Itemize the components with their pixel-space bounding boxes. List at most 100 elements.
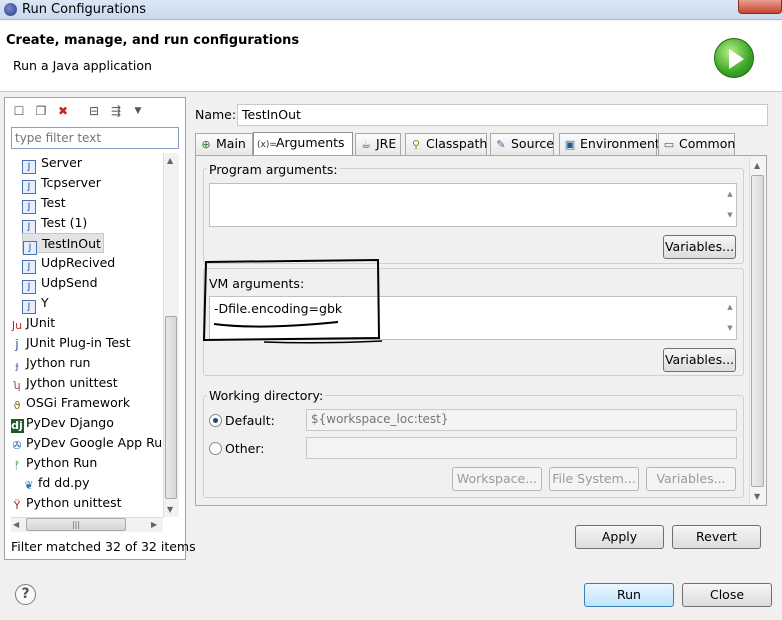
java-class-icon: J: [22, 300, 36, 314]
source-tab-icon: ✎: [496, 138, 506, 151]
tree-item[interactable]: ᚠ Python Run: [11, 453, 98, 473]
help-icon[interactable]: ?: [15, 584, 36, 605]
java-class-icon: J: [22, 260, 36, 274]
scroll-left-icon[interactable]: ◀: [13, 520, 19, 529]
collapse-all-icon[interactable]: ⊟: [86, 104, 102, 119]
tree-hscroll-thumb[interactable]: |||: [26, 518, 126, 531]
run-button[interactable]: Run: [584, 583, 674, 607]
scroll-down-icon[interactable]: ▼: [167, 505, 173, 514]
program-arguments-textarea[interactable]: [209, 183, 737, 227]
tree-item[interactable]: Ju JUnit: [11, 313, 55, 333]
tab-scroll-thumb[interactable]: [751, 175, 764, 487]
tab-bar: ⊕ Main (x)=Arguments ☕ JRE ⚲ Classpath ✎ Sou…: [195, 132, 767, 155]
tab-jre[interactable]: ☕ JRE: [355, 133, 401, 155]
window-close-button[interactable]: [738, 0, 782, 14]
working-variables-button[interactable]: Variables...: [646, 467, 736, 491]
java-class-icon: J: [22, 200, 36, 214]
window-title: Run Configurations: [22, 2, 146, 17]
apply-button[interactable]: Apply: [575, 525, 664, 549]
close-button[interactable]: Close: [682, 583, 772, 607]
java-class-icon: J: [22, 160, 36, 174]
classpath-tab-icon: ⚲: [411, 138, 421, 151]
run-banner-icon: [714, 38, 754, 78]
java-class-icon: J: [22, 180, 36, 194]
tree-item[interactable]: J UdpRecived: [22, 253, 115, 274]
working-directory-label: Working directory:: [207, 388, 326, 403]
tree-item[interactable]: JY: [22, 293, 49, 314]
tree-scroll-thumb[interactable]: [165, 316, 177, 499]
scroll-up-icon[interactable]: ▲: [754, 161, 760, 170]
python-unittest-icon: Ÿ: [13, 499, 21, 512]
arguments-tab-icon: (x)=: [257, 140, 277, 150]
vm-variables-button[interactable]: Variables...: [663, 348, 736, 372]
java-class-icon: J: [22, 280, 36, 294]
google-app-icon: ✇: [12, 439, 22, 452]
other-label: Other:: [225, 441, 265, 456]
hand-drawn-annotation: [202, 258, 383, 344]
view-menu-chevron-icon[interactable]: ▼: [130, 104, 146, 119]
program-arguments-label: Program arguments:: [207, 162, 340, 177]
configuration-tree: J Server J Tcpserver J Test J Test (1) J Test…: [11, 153, 179, 517]
common-tab-icon: ▭: [663, 138, 675, 151]
header-subtitle: Run a Java application: [13, 58, 152, 73]
textarea-scroll-icon[interactable]: ▲ ▼: [724, 297, 736, 339]
dialog-header: Create, manage, and run configurations R…: [0, 21, 782, 92]
tab-classpath[interactable]: ⚲ Classpath: [405, 133, 487, 155]
tab-source[interactable]: ✎ Source: [490, 133, 554, 155]
default-label: Default:: [225, 413, 275, 428]
tree-item[interactable]: J Server: [22, 153, 82, 174]
tree-item[interactable]: J Test (1): [22, 213, 87, 234]
tree-item[interactable]: dj PyDev Django: [11, 413, 114, 433]
other-radio[interactable]: [209, 442, 222, 455]
default-radio[interactable]: [209, 414, 222, 427]
tab-environment[interactable]: ▣ Environment: [559, 133, 660, 155]
tree-item[interactable]: ɟ Jython run: [11, 353, 90, 373]
tree-item[interactable]: Ĵ JUnit Plug-in Test: [11, 333, 130, 353]
program-variables-button[interactable]: Variables...: [663, 235, 736, 259]
tab-main[interactable]: ⊕ Main: [195, 133, 253, 155]
environment-tab-icon: ▣: [564, 138, 576, 151]
delete-icon[interactable]: ✖: [55, 104, 71, 119]
junit-plugin-icon: Ĵ: [15, 339, 19, 352]
python-run-icon: ᚠ: [13, 459, 21, 472]
file-system-button[interactable]: File System...: [549, 467, 639, 491]
filter-status: Filter matched 32 of 32 items: [11, 539, 196, 554]
filter-icon[interactable]: ⇶: [108, 104, 124, 119]
duplicate-icon[interactable]: ❐: [33, 104, 49, 119]
title-bar: Run Configurations: [0, 0, 782, 20]
scroll-down-icon[interactable]: ▼: [754, 492, 760, 501]
java-class-icon: J: [22, 220, 36, 234]
tree-item[interactable]: ✇ PyDev Google App Run: [11, 433, 170, 453]
scroll-right-icon[interactable]: ▶: [151, 520, 157, 529]
tree-item[interactable]: J UdpSend: [22, 273, 98, 294]
default-directory-field: ${workspace_loc:test}: [306, 409, 737, 431]
scroll-up-icon[interactable]: ▲: [167, 156, 173, 165]
python-file-icon: ❦: [24, 479, 34, 492]
tree-item[interactable]: ϑ OSGi Framework: [11, 393, 131, 413]
eclipse-icon: [4, 3, 17, 16]
name-label: Name:: [195, 107, 237, 122]
tree-item-selected[interactable]: J TestInOut: [22, 233, 104, 255]
tree-item[interactable]: J Test: [22, 193, 66, 214]
revert-button[interactable]: Revert: [672, 525, 761, 549]
tree-item[interactable]: ❦ fd dd.py: [22, 473, 89, 493]
header-title: Create, manage, and run configurations: [6, 33, 300, 48]
jython-icon: ɟ: [15, 359, 19, 372]
other-directory-field[interactable]: [306, 437, 737, 459]
new-configuration-icon[interactable]: ☐: [11, 104, 27, 119]
textarea-scroll-icon[interactable]: ▲ ▼: [724, 184, 736, 226]
tab-arguments[interactable]: (x)=Arguments: [253, 132, 353, 155]
jre-tab-icon: ☕: [361, 138, 371, 151]
main-tab-icon: ⊕: [201, 138, 211, 151]
django-icon: dj: [11, 419, 24, 433]
tree-item[interactable]: ʮ Jython unittest: [11, 373, 117, 393]
tab-common[interactable]: ▭ Common: [658, 133, 735, 155]
junit-icon: Ju: [11, 319, 23, 332]
tree-item[interactable]: Ÿ Python unittest: [11, 493, 122, 513]
filter-input[interactable]: [11, 127, 179, 149]
workspace-button[interactable]: Workspace...: [452, 467, 542, 491]
jython-unittest-icon: ʮ: [13, 379, 21, 392]
name-field[interactable]: TestInOut: [237, 104, 768, 126]
tree-item[interactable]: J Tcpserver: [22, 173, 101, 194]
osgi-icon: ϑ: [13, 399, 21, 412]
